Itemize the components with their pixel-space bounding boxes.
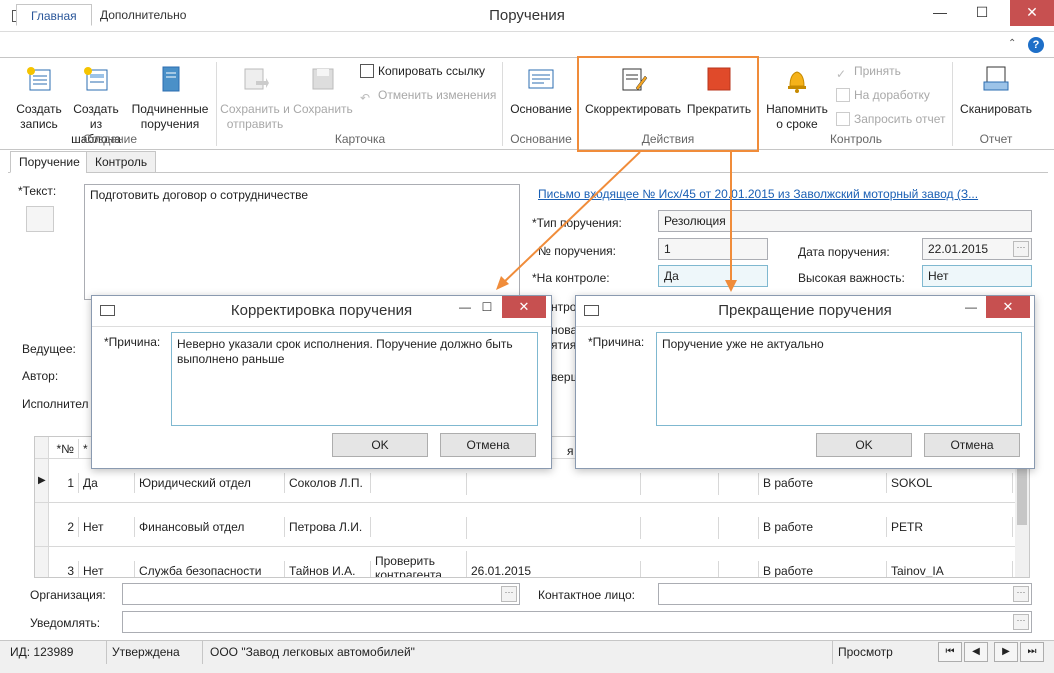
stop-reason-field[interactable]: Поручение уже не актуально: [656, 332, 1022, 426]
arrow-to-correct-dialog: [501, 151, 641, 285]
status-id: ИД: 123989: [10, 645, 74, 659]
arrow-head: [725, 280, 737, 292]
status-organization: ООО "Завод легковых автомобилей": [210, 645, 415, 659]
status-mode: Просмотр: [838, 645, 893, 659]
dialog-minimize-button[interactable]: —: [958, 297, 984, 319]
stop-reason-value: Поручение уже не актуально: [662, 337, 824, 351]
nav-last-button[interactable]: ⏭: [1020, 642, 1044, 662]
nav-next-button[interactable]: ▶: [994, 642, 1018, 662]
status-separator: [106, 640, 107, 664]
nav-prev-button[interactable]: ◀: [964, 642, 988, 662]
dialog-close-button[interactable]: ✕: [502, 296, 546, 318]
status-state: Утверждена: [112, 645, 180, 659]
dialog-maximize-button[interactable]: ☐: [474, 297, 500, 319]
correct-reason-value: Неверно указали срок исполнения. Поручен…: [177, 337, 513, 366]
correct-reason-label: *Причина:: [104, 335, 161, 349]
status-separator: [832, 640, 833, 664]
correct-cancel-button[interactable]: Отмена: [440, 433, 536, 457]
correct-reason-field[interactable]: Неверно указали срок исполнения. Поручен…: [171, 332, 538, 426]
stop-reason-label: *Причина:: [588, 335, 645, 349]
stop-cancel-button[interactable]: Отмена: [924, 433, 1020, 457]
correct-ok-button[interactable]: OK: [332, 433, 428, 457]
status-separator: [202, 640, 203, 664]
stop-ok-button[interactable]: OK: [816, 433, 912, 457]
stop-dialog: Прекращение поручения — ✕ *Причина: Пору…: [575, 295, 1035, 469]
dialog-close-button[interactable]: ✕: [986, 296, 1030, 318]
correct-dialog: Корректировка поручения — ☐ ✕ *Причина: …: [91, 295, 552, 469]
nav-first-button[interactable]: ⏮: [938, 642, 962, 662]
